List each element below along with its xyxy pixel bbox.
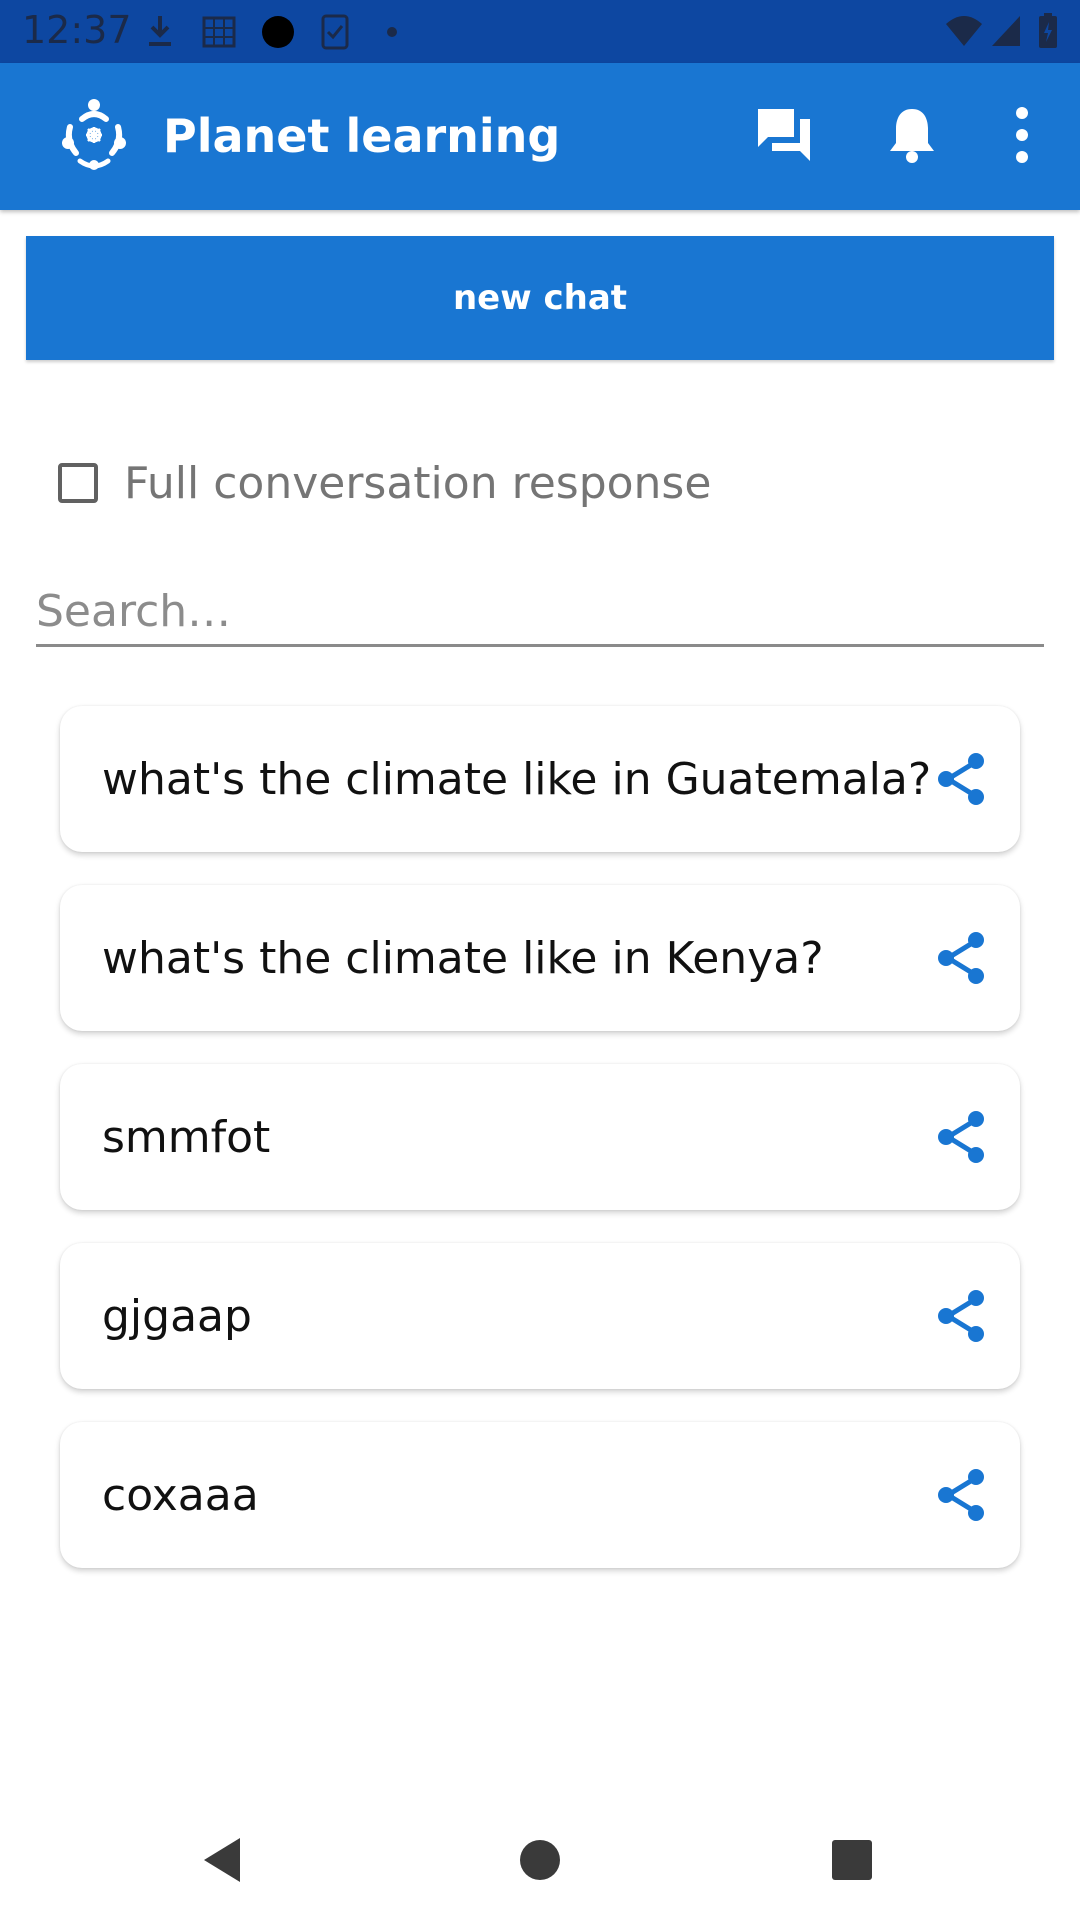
chat-item[interactable]: what's the climate like in Kenya? <box>60 885 1020 1031</box>
download-icon <box>149 16 171 46</box>
battery-icon <box>1039 13 1057 48</box>
bell-icon[interactable] <box>880 103 944 167</box>
navigation-bar <box>0 1800 1080 1920</box>
status-bar: 12:37 <box>0 0 1080 63</box>
search-input[interactable] <box>36 578 1044 647</box>
share-icon[interactable] <box>934 1288 990 1344</box>
share-icon[interactable] <box>934 930 990 986</box>
chat-item[interactable]: coxaaa <box>60 1422 1020 1568</box>
chat-title: gjgaap <box>102 1291 252 1342</box>
circle-icon <box>262 16 294 48</box>
calendar-grid-icon <box>202 16 236 48</box>
chat-title: what's the climate like in Kenya? <box>102 933 824 984</box>
app-bar: Planet learning <box>0 63 1080 210</box>
chat-item[interactable]: what's the climate like in Guatemala? <box>60 706 1020 852</box>
chat-icon[interactable] <box>752 103 816 167</box>
full-conversation-checkbox-row[interactable]: Full conversation response <box>58 455 711 511</box>
share-icon[interactable] <box>934 1467 990 1523</box>
dot-icon <box>387 27 397 37</box>
share-icon[interactable] <box>934 1109 990 1165</box>
chat-item[interactable]: gjgaap <box>60 1243 1020 1389</box>
full-conversation-label[interactable]: Full conversation response <box>124 458 711 509</box>
new-chat-button[interactable]: new chat <box>26 236 1054 360</box>
planet-learning-logo <box>62 99 126 170</box>
clipboard-check-icon <box>321 14 349 50</box>
chat-title: smmfot <box>102 1112 271 1163</box>
chat-title: what's the climate like in Guatemala? <box>102 754 932 805</box>
more-vertical-icon[interactable] <box>990 103 1054 167</box>
chat-item[interactable]: smmfot <box>60 1064 1020 1210</box>
full-conversation-checkbox[interactable] <box>58 463 98 503</box>
signal-icon <box>992 16 1020 46</box>
recents-icon[interactable] <box>824 1832 880 1888</box>
share-icon[interactable] <box>934 751 990 807</box>
status-time: 12:37 <box>22 8 132 52</box>
chat-title: coxaaa <box>102 1470 259 1521</box>
chat-list: what's the climate like in Guatemala? wh… <box>60 706 1020 1601</box>
back-icon[interactable] <box>196 1832 252 1888</box>
home-icon[interactable] <box>512 1832 568 1888</box>
wifi-icon <box>946 16 982 46</box>
app-title: Planet learning <box>163 109 561 163</box>
